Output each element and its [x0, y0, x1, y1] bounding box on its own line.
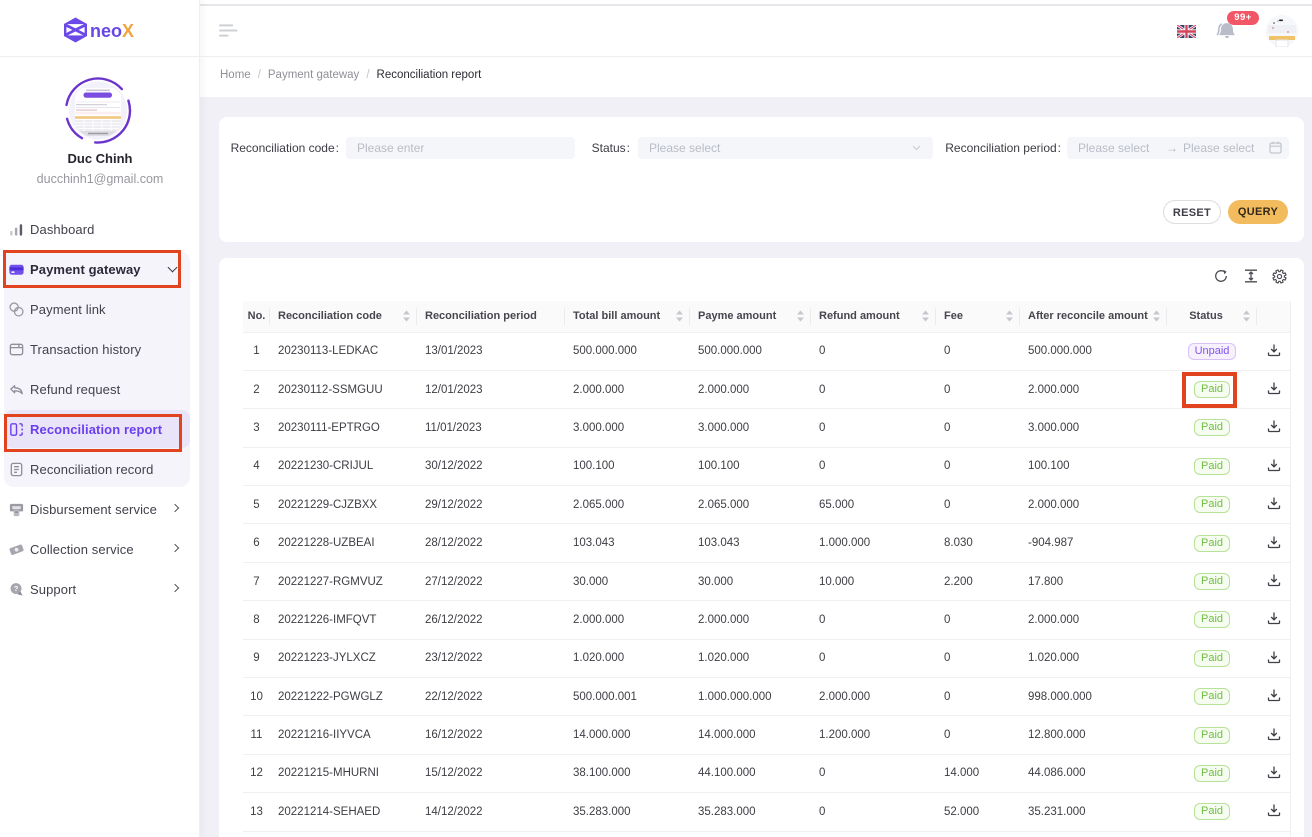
svg-text:?: ? — [14, 584, 19, 593]
